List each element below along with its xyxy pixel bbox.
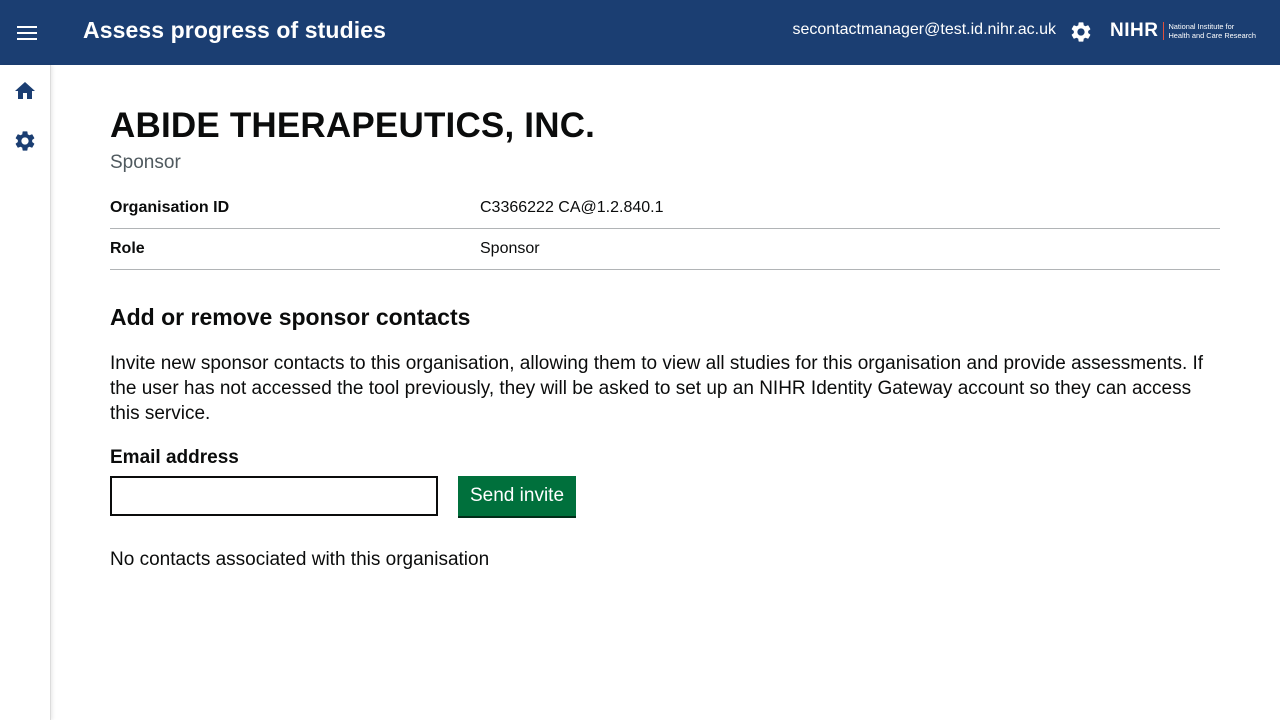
- contacts-description: Invite new sponsor contacts to this orga…: [110, 353, 1204, 424]
- sidebar-item-settings[interactable]: [13, 129, 37, 153]
- summary-value: C3366222 CA@1.2.840.1: [480, 199, 664, 216]
- app-title: Assess progress of studies: [83, 17, 386, 43]
- nihr-logo[interactable]: NIHR National Institute for Health and C…: [1110, 19, 1268, 43]
- summary-key: Organisation ID: [110, 199, 230, 216]
- menu-icon: [17, 26, 37, 40]
- summary-row-organisation-id: Organisation ID C3366222 CA@1.2.840.1: [110, 188, 1220, 229]
- email-label: Email address: [110, 447, 239, 468]
- page-caption: Sponsor: [110, 152, 181, 173]
- summary-row-role: Role Sponsor: [110, 229, 1220, 270]
- user-email: secontactmanager@test.id.nihr.ac.uk: [792, 21, 1057, 38]
- summary-value: Sponsor: [480, 240, 540, 257]
- empty-contacts-message: No contacts associated with this organis…: [110, 549, 490, 570]
- logo-line-2: Health and Care Research: [1168, 31, 1256, 40]
- main-content: ABIDE THERAPEUTICS, INC. Sponsor Organis…: [110, 104, 1220, 572]
- home-icon: [15, 82, 35, 99]
- organisation-summary: Organisation ID C3366222 CA@1.2.840.1 Ro…: [110, 188, 1220, 270]
- top-app-bar: Assess progress of studies secontactmana…: [0, 0, 1280, 65]
- invite-form: Send invite: [110, 476, 1220, 516]
- settings-button[interactable]: [1069, 20, 1093, 44]
- logo-line-1: National Institute for: [1168, 22, 1235, 31]
- sidebar-item-home[interactable]: [13, 79, 37, 103]
- sidebar: [0, 65, 51, 720]
- gear-icon: [1071, 22, 1091, 42]
- menu-button[interactable]: [11, 17, 43, 49]
- logo-text: National Institute for Health and Care R…: [1168, 22, 1256, 40]
- gear-icon: [15, 131, 35, 151]
- summary-key: Role: [110, 240, 145, 257]
- logo-mark: NIHR: [1110, 20, 1159, 41]
- send-invite-button[interactable]: Send invite: [458, 476, 577, 516]
- email-field[interactable]: [110, 476, 438, 516]
- page-title: ABIDE THERAPEUTICS, INC.: [110, 106, 596, 145]
- logo-separator: [1163, 22, 1165, 40]
- contacts-heading: Add or remove sponsor contacts: [110, 304, 471, 330]
